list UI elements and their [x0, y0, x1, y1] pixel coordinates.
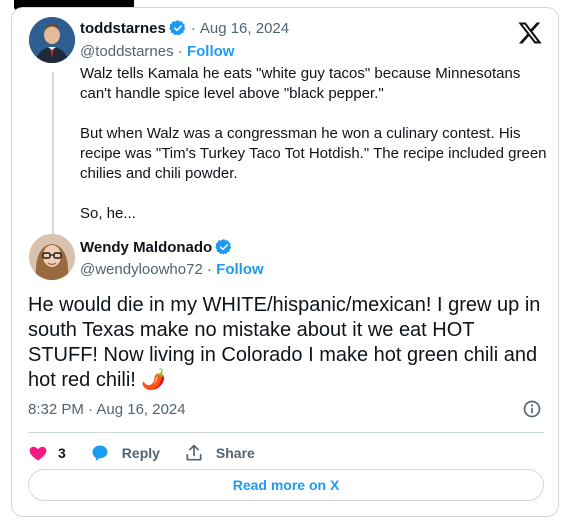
- verified-badge-icon: [169, 20, 186, 36]
- separator-dot: ·: [177, 43, 183, 60]
- reply-handle-row: @wendyloowho72 · Follow: [80, 261, 264, 278]
- parent-handle-row: @toddstarnes · Follow: [80, 43, 234, 60]
- share-upload-icon: [186, 444, 202, 461]
- tweet-paragraph: But when Walz was a congressman he won a…: [80, 125, 547, 182]
- like-button[interactable]: 3: [28, 443, 66, 463]
- share-button[interactable]: Share: [184, 443, 255, 463]
- separator-dot: ·: [206, 261, 212, 278]
- avatar[interactable]: [29, 234, 75, 280]
- thread-connector-line: [52, 72, 54, 236]
- tweet-timestamp[interactable]: 8:32 PM · Aug 16, 2024: [28, 401, 186, 418]
- parent-tweet-text: Walz tells Kamala he eats "white guy tac…: [80, 64, 550, 224]
- like-count: 3: [58, 445, 66, 461]
- follow-button[interactable]: Follow: [216, 261, 264, 278]
- parent-name-row: toddstarnes · Aug 16, 2024: [80, 19, 289, 37]
- reply-label: Reply: [121, 445, 160, 461]
- action-bar: 3 Reply Share: [28, 438, 279, 468]
- display-name[interactable]: Wendy Maldonado: [80, 239, 212, 256]
- handle[interactable]: @toddstarnes: [80, 43, 174, 60]
- speech-bubble-icon: [92, 445, 108, 461]
- verified-badge-icon: [215, 239, 232, 255]
- display-name[interactable]: toddstarnes: [80, 20, 166, 37]
- embedded-tweet-card: toddstarnes · Aug 16, 2024 @toddstarnes …: [11, 7, 559, 517]
- tweet-paragraph: Walz tells Kamala he eats "white guy tac…: [80, 65, 521, 102]
- follow-button[interactable]: Follow: [187, 43, 235, 60]
- reply-name-row: Wendy Maldonado: [80, 238, 233, 256]
- info-icon[interactable]: [522, 399, 542, 419]
- divider: [28, 432, 544, 433]
- handle[interactable]: @wendyloowho72: [80, 261, 203, 278]
- separator-dot: ·: [190, 19, 196, 37]
- heart-icon: [29, 446, 47, 461]
- reply-button[interactable]: Reply: [90, 443, 160, 463]
- tweet-paragraph: So, he...: [80, 205, 136, 222]
- share-label: Share: [215, 445, 255, 461]
- avatar[interactable]: [29, 17, 75, 63]
- x-logo-icon[interactable]: [517, 20, 543, 46]
- reply-tweet-text: He would die in my WHITE/hispanic/mexica…: [28, 294, 541, 391]
- read-more-button[interactable]: Read more on X: [28, 469, 544, 501]
- tweet-date[interactable]: Aug 16, 2024: [200, 20, 289, 37]
